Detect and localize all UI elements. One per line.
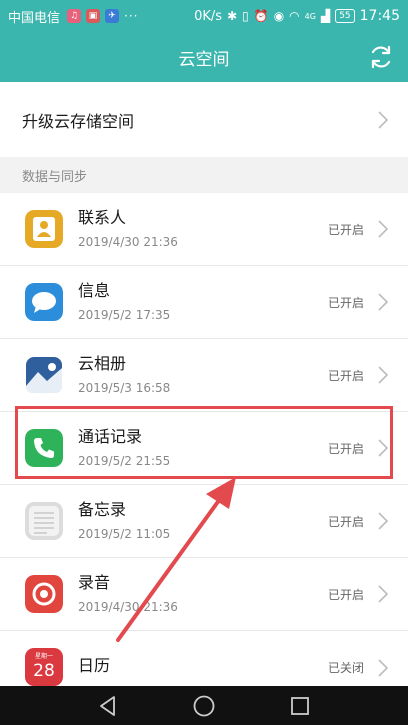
eye-comfort-icon: ◉ (273, 9, 285, 23)
recorder-icon (25, 575, 63, 613)
alarm-icon: ⏰ (253, 9, 269, 23)
item-status: 已开启 (327, 514, 364, 529)
chevron-right-icon (378, 658, 388, 677)
item-title: 联系人 (78, 208, 127, 227)
home-icon[interactable] (191, 693, 217, 719)
phone-icon (25, 429, 63, 467)
navigation-bar (0, 686, 408, 725)
item-status: 已开启 (327, 295, 364, 310)
back-icon[interactable] (95, 693, 121, 719)
calendar-day: 28 (33, 661, 55, 681)
item-title: 日历 (78, 656, 111, 675)
clock: 17:45 (359, 8, 400, 24)
upgrade-storage-row[interactable]: 升级云存储空间 (0, 82, 408, 157)
battery-level: 55 (335, 9, 355, 23)
recents-icon[interactable] (287, 693, 313, 719)
item-time: 2019/5/3 16:58 (78, 381, 171, 395)
list-item-gallery[interactable]: 云相册 2019/5/3 16:58 已开启 (0, 339, 408, 412)
carrier-name: 中国电信 (8, 10, 61, 26)
notification-app-icon: ▣ (86, 9, 101, 23)
notification-app-icon: ✈ (105, 9, 120, 23)
gallery-icon (25, 356, 63, 394)
sync-icon[interactable] (368, 44, 394, 70)
item-title: 录音 (78, 573, 111, 592)
item-title: 云相册 (78, 354, 127, 373)
item-status: 已关闭 (327, 661, 364, 675)
notes-icon (25, 502, 63, 540)
item-time: 2019/4/30 21:36 (78, 600, 178, 614)
list-item-recorder[interactable]: 录音 2019/4/30 21:36 已开启 (0, 558, 408, 631)
list-item-notes[interactable]: 备忘录 2019/5/2 11:05 已开启 (0, 485, 408, 558)
more-notifications-icon: ··· (124, 9, 139, 23)
status-bar: 中国电信 ♫ ▣ ✈ ··· 0K/s ✱ ▯ ⏰ ◉ ◠ 4G ▟ 55 17… (0, 0, 408, 32)
network-type: 4G (304, 11, 316, 21)
item-time: 2019/5/2 17:35 (78, 308, 171, 322)
list-item-call-log[interactable]: 通话记录 2019/5/2 21:55 已开启 (0, 412, 408, 485)
item-time: 2019/5/2 21:55 (78, 454, 171, 468)
contacts-icon (25, 210, 63, 248)
section-header: 数据与同步 (22, 169, 88, 185)
list-item-contacts[interactable]: 联系人 2019/4/30 21:36 已开启 (0, 193, 408, 266)
title-bar: 云空间 (0, 32, 408, 82)
signal-icon: ▟ (320, 9, 331, 23)
vibrate-icon: ▯ (242, 9, 249, 23)
page-title: 云空间 (178, 49, 230, 70)
notification-app-icon: ♫ (67, 9, 82, 23)
calendar-icon: 星期一 28 (25, 648, 63, 686)
item-status: 已开启 (327, 441, 364, 456)
messages-icon (25, 283, 63, 321)
chevron-right-icon (378, 439, 388, 457)
calendar-weekday: 星期一 (34, 653, 53, 660)
sync-list: 联系人 2019/4/30 21:36 已开启 信息 2019/5/2 17:3… (0, 193, 408, 704)
chevron-right-icon (378, 585, 388, 603)
chevron-right-icon (378, 512, 388, 530)
chevron-right-icon (378, 220, 388, 238)
item-time: 2019/5/2 11:05 (78, 527, 171, 541)
network-speed: 0K/s (194, 8, 223, 24)
bluetooth-icon: ✱ (227, 9, 238, 23)
upgrade-storage-label: 升级云存储空间 (22, 111, 135, 131)
item-title: 信息 (78, 281, 111, 300)
item-title: 通话记录 (78, 427, 143, 446)
item-time: 2019/4/30 21:36 (78, 235, 178, 249)
item-status: 已开启 (327, 222, 364, 237)
chevron-right-icon (378, 366, 388, 384)
item-status: 已开启 (327, 587, 364, 602)
item-title: 备忘录 (78, 500, 127, 519)
chevron-right-icon (378, 293, 388, 311)
list-item-messages[interactable]: 信息 2019/5/2 17:35 已开启 (0, 266, 408, 339)
chevron-right-icon (378, 110, 388, 129)
wifi-icon: ◠ (289, 9, 300, 23)
item-status: 已开启 (327, 368, 364, 383)
